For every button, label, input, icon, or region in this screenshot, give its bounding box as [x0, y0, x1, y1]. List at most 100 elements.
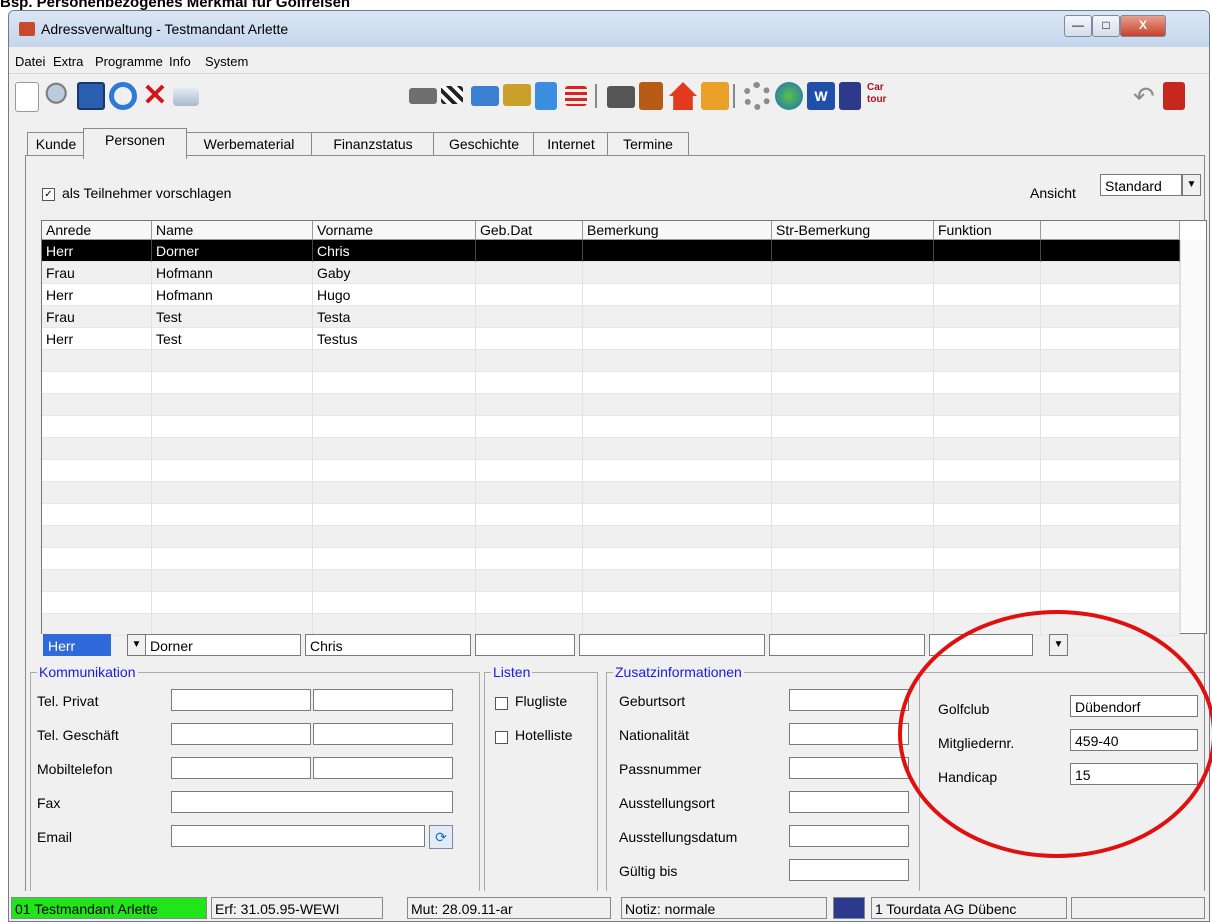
tab-finanzstatus[interactable]: Finanzstatus [311, 132, 435, 157]
cell-blank[interactable] [1041, 526, 1180, 548]
cell-blank[interactable] [1041, 460, 1180, 482]
cell-blank[interactable] [1041, 306, 1180, 328]
cell-str-bemerkung[interactable] [772, 350, 934, 372]
cell-funktion[interactable] [934, 482, 1041, 504]
cell-bemerkung[interactable] [583, 284, 772, 306]
tab-werbematerial[interactable]: Werbematerial [185, 132, 313, 157]
settings-icon[interactable] [743, 82, 771, 110]
cell-str-bemerkung[interactable] [772, 240, 934, 262]
tab-geschichte[interactable]: Geschichte [433, 132, 535, 157]
cell-anrede[interactable] [42, 438, 152, 460]
cell-name[interactable]: Test [152, 306, 313, 328]
view-select[interactable]: Standard [1100, 174, 1182, 196]
cell-funktion[interactable] [934, 262, 1041, 284]
cell-bemerkung[interactable] [583, 460, 772, 482]
cell-anrede[interactable] [42, 504, 152, 526]
cell-name[interactable] [152, 482, 313, 504]
new-document-icon[interactable] [15, 82, 39, 112]
table-row[interactable] [42, 438, 1180, 460]
table-row[interactable] [42, 504, 1180, 526]
cell-gebdat[interactable] [476, 394, 583, 416]
cell-name[interactable] [152, 394, 313, 416]
cell-gebdat[interactable] [476, 262, 583, 284]
save-icon[interactable] [77, 82, 105, 110]
menu-extra[interactable]: Extra [53, 54, 83, 69]
cell-name[interactable] [152, 416, 313, 438]
fax-input[interactable] [171, 791, 453, 813]
cell-anrede[interactable] [42, 548, 152, 570]
cell-blank[interactable] [1041, 240, 1180, 262]
cell-name[interactable] [152, 350, 313, 372]
cell-funktion[interactable] [934, 416, 1041, 438]
cell-gebdat[interactable] [476, 438, 583, 460]
cell-str-bemerkung[interactable] [772, 328, 934, 350]
cell-bemerkung[interactable] [583, 350, 772, 372]
cell-name[interactable] [152, 592, 313, 614]
cell-gebdat[interactable] [476, 592, 583, 614]
column-header-str-bemerkung[interactable]: Str-Bemerkung [772, 221, 934, 240]
book-icon[interactable] [839, 82, 861, 110]
cell-vorname[interactable] [313, 394, 476, 416]
table-row[interactable] [42, 394, 1180, 416]
flag-icon[interactable] [441, 86, 463, 104]
maximize-button[interactable]: □ [1092, 15, 1120, 37]
cell-str-bemerkung[interactable] [772, 526, 934, 548]
cell-funktion[interactable] [934, 306, 1041, 328]
name-input[interactable]: Dorner [145, 634, 301, 656]
bemerkung-input[interactable] [579, 634, 765, 656]
cell-str-bemerkung[interactable] [772, 592, 934, 614]
mobiltelefon-extra-input[interactable] [313, 757, 453, 779]
menu-info[interactable]: Info [169, 54, 191, 69]
hotelliste-checkbox[interactable] [495, 731, 508, 744]
cell-vorname[interactable] [313, 570, 476, 592]
cell-funktion[interactable] [934, 240, 1041, 262]
cell-vorname[interactable]: Hugo [313, 284, 476, 306]
cell-gebdat[interactable] [476, 570, 583, 592]
back-icon[interactable]: ↶ [1133, 82, 1161, 110]
globe-icon[interactable] [775, 82, 803, 110]
cell-funktion[interactable] [934, 592, 1041, 614]
cell-funktion[interactable] [934, 394, 1041, 416]
cell-bemerkung[interactable] [583, 240, 772, 262]
cell-blank[interactable] [1041, 284, 1180, 306]
cell-blank[interactable] [1041, 328, 1180, 350]
table-row[interactable]: Herr Test Testus [42, 328, 1180, 350]
cell-blank[interactable] [1041, 504, 1180, 526]
cell-bemerkung[interactable] [583, 438, 772, 460]
seat-icon[interactable] [639, 82, 663, 110]
cell-name[interactable] [152, 548, 313, 570]
ausstellungsdatum-input[interactable] [789, 825, 909, 847]
cell-blank[interactable] [1041, 262, 1180, 284]
cell-blank[interactable] [1041, 438, 1180, 460]
cell-name[interactable]: Test [152, 328, 313, 350]
cell-anrede[interactable] [42, 372, 152, 394]
cell-anrede[interactable] [42, 592, 152, 614]
cell-name[interactable]: Dorner [152, 240, 313, 262]
column-header-anrede[interactable]: Anrede [42, 221, 152, 240]
refresh-icon[interactable] [109, 82, 137, 110]
cell-blank[interactable] [1041, 394, 1180, 416]
cell-gebdat[interactable] [476, 548, 583, 570]
cell-blank[interactable] [1041, 548, 1180, 570]
cell-funktion[interactable] [934, 548, 1041, 570]
ausstellungsort-input[interactable] [789, 791, 909, 813]
cell-vorname[interactable] [313, 460, 476, 482]
cell-str-bemerkung[interactable] [772, 284, 934, 306]
close-button[interactable]: X [1120, 15, 1166, 37]
table-row[interactable] [42, 548, 1180, 570]
table-row[interactable] [42, 460, 1180, 482]
table-row[interactable]: Frau Test Testa [42, 306, 1180, 328]
minimize-button[interactable]: — [1064, 15, 1092, 37]
cell-anrede[interactable]: Frau [42, 306, 152, 328]
cell-anrede[interactable]: Herr [42, 284, 152, 306]
table-row[interactable]: Herr Dorner Chris [42, 240, 1180, 262]
table-row[interactable]: Frau Hofmann Gaby [42, 262, 1180, 284]
tel-privat-extra-input[interactable] [313, 689, 453, 711]
cell-vorname[interactable] [313, 504, 476, 526]
passnummer-input[interactable] [789, 757, 909, 779]
cell-funktion[interactable] [934, 438, 1041, 460]
cell-funktion[interactable] [934, 526, 1041, 548]
email-send-icon[interactable]: ⟳ [429, 825, 453, 849]
cell-blank[interactable] [1041, 350, 1180, 372]
cell-gebdat[interactable] [476, 350, 583, 372]
